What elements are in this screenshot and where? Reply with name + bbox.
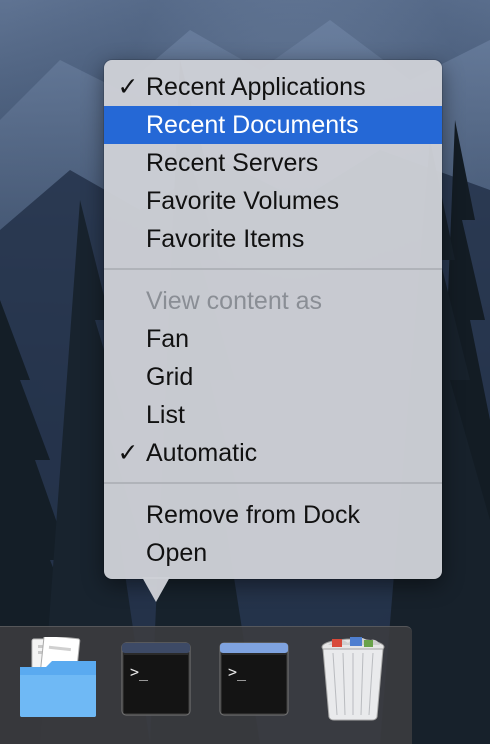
terminal-prompt: >_: [130, 663, 149, 681]
terminal-icon[interactable]: >_: [120, 641, 192, 717]
menu-item-favorite-items[interactable]: Favorite Items: [104, 220, 442, 258]
menu-item-recent-documents[interactable]: Recent Documents: [104, 106, 442, 144]
menu-item-open[interactable]: Open: [104, 534, 442, 572]
menu-item-label: List: [146, 401, 185, 429]
menu-item-recent-servers[interactable]: Recent Servers: [104, 144, 442, 182]
menu-pointer-arrow: [142, 577, 170, 602]
dock-context-menu: ✓ Recent Applications Recent Documents R…: [104, 60, 442, 579]
menu-item-favorite-volumes[interactable]: Favorite Volumes: [104, 182, 442, 220]
menu-item-label: Recent Applications: [146, 73, 366, 101]
menu-separator: [104, 482, 442, 484]
menu-item-remove-from-dock[interactable]: Remove from Dock: [104, 496, 442, 534]
menu-item-label: Recent Servers: [146, 149, 319, 177]
menu-item-label: Automatic: [146, 439, 258, 467]
checkmark-icon: ✓: [117, 439, 139, 467]
menu-item-label: Favorite Volumes: [146, 187, 340, 215]
checkmark-icon: ✓: [117, 73, 139, 101]
menu-item-label: Open: [146, 539, 208, 567]
menu-item-recent-applications[interactable]: ✓ Recent Applications: [104, 68, 442, 106]
menu-item-automatic[interactable]: ✓ Automatic: [104, 434, 442, 472]
menu-section-header-label: View content as: [146, 287, 323, 315]
menu-item-label: Grid: [146, 363, 194, 391]
dock: >_ >_: [0, 626, 412, 744]
menu-item-grid[interactable]: Grid: [104, 358, 442, 396]
menu-item-label: Favorite Items: [146, 225, 305, 253]
menu-item-label: Recent Documents: [146, 111, 359, 139]
menu-item-list[interactable]: List: [104, 396, 442, 434]
terminal-prompt: >_: [228, 663, 247, 681]
menu-separator: [104, 268, 442, 270]
menu-item-fan[interactable]: Fan: [104, 320, 442, 358]
menu-section-header-view-content-as: View content as: [104, 282, 442, 320]
menu-item-label: Remove from Dock: [146, 501, 360, 529]
terminal-icon[interactable]: >_: [218, 641, 290, 717]
recent-documents-folder-icon[interactable]: [18, 634, 98, 719]
trash-full-icon[interactable]: [318, 635, 388, 721]
menu-item-label: Fan: [146, 325, 190, 353]
